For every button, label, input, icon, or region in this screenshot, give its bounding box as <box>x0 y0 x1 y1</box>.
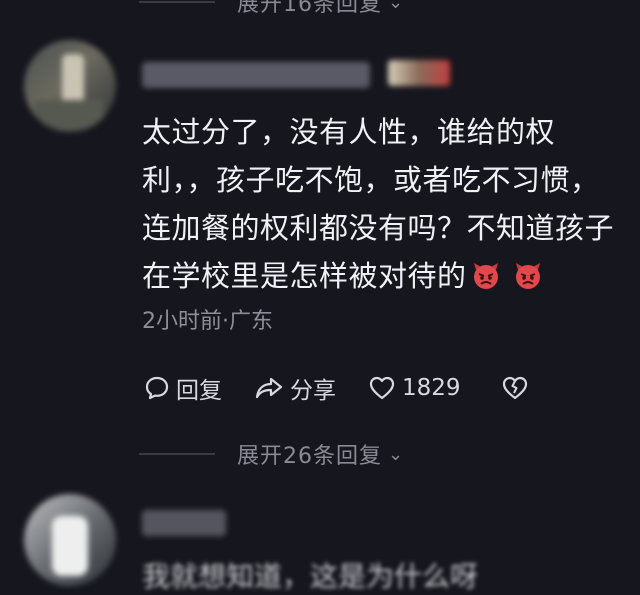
expand-replies-label: 展开16条回复 <box>236 0 382 17</box>
chevron-down-icon: ⌄ <box>387 443 404 465</box>
heart-icon <box>369 376 395 400</box>
username[interactable] <box>142 510 226 536</box>
divider-line <box>138 453 215 455</box>
reply-label: 回复 <box>176 378 222 404</box>
dislike-button[interactable] <box>501 375 535 401</box>
expand-replies-row-top[interactable]: 展开16条回复 ⌄ <box>0 0 640 22</box>
comment-body: 太过分了，没有人性，谁给的权 利，，孩子吃不饱，或者吃不习惯， 连加餐的权利都没… <box>142 108 622 300</box>
comment-line: 在学校里是怎样被对待的 <box>142 259 467 293</box>
comment-bubble-icon <box>145 376 169 400</box>
divider-line <box>138 1 215 3</box>
comment-actions: 回复 分享 1829 <box>144 368 567 408</box>
user-badge <box>388 60 450 86</box>
like-count: 1829 <box>402 375 461 401</box>
expand-replies-row[interactable]: 展开26条回复 ⌄ <box>0 434 640 474</box>
username[interactable] <box>142 62 370 88</box>
comment-line-last: 在学校里是怎样被对待的 <box>142 252 622 300</box>
next-comment-text: 我就想知道，这是为什么呀 <box>142 560 479 593</box>
comment-line: 太过分了，没有人性，谁给的权 <box>142 115 556 149</box>
angry-devil-emoji-icon <box>473 263 498 289</box>
avatar[interactable] <box>24 40 116 132</box>
like-button[interactable]: 1829 <box>368 375 461 401</box>
avatar[interactable] <box>24 494 116 586</box>
share-label: 分享 <box>290 378 336 404</box>
comment-meta: 2小时前·广东 <box>142 309 273 334</box>
angry-devil-emoji-icon <box>515 263 540 289</box>
comment-line: 利，，孩子吃不饱，或者吃不习惯， <box>142 163 600 197</box>
share-button[interactable]: 分享 <box>254 371 336 405</box>
reply-button[interactable]: 回复 <box>144 371 222 405</box>
expand-replies-label: 展开26条回复 <box>236 444 382 469</box>
share-arrow-icon <box>255 377 283 399</box>
broken-heart-icon <box>502 376 527 400</box>
comment-line: 连加餐的权利都没有吗？不知道孩子 <box>142 211 615 245</box>
chevron-down-icon: ⌄ <box>387 0 404 13</box>
